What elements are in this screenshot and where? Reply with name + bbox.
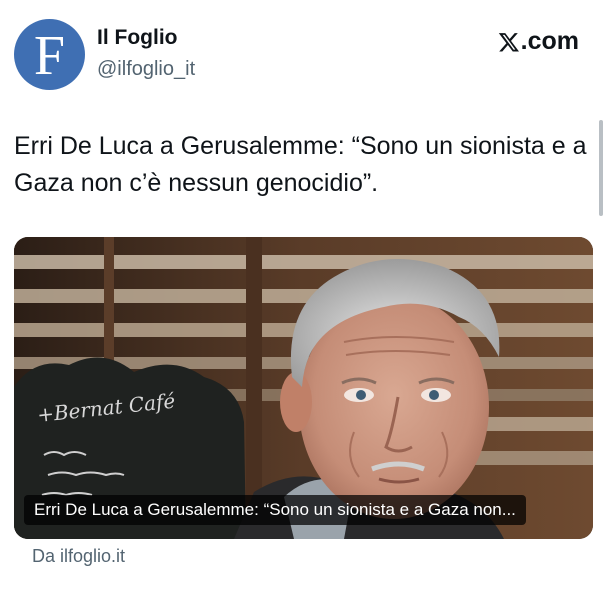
card-source-link[interactable]: Da ilfoglio.it [32,546,125,567]
card-title: Erri De Luca a Gerusalemme: “Sono un sio… [24,495,526,525]
avatar-logo-letter: F [33,24,66,87]
card-photo: +Bernat Café [14,237,593,539]
x-logo-icon [498,32,519,51]
avatar[interactable]: F [14,19,85,90]
x-com-brand[interactable]: .com [498,27,579,56]
tweet-text: Erri De Luca a Gerusalemme: “Sono un sio… [14,132,587,197]
author-name[interactable]: Il Foglio [97,26,177,50]
tweet: F Il Foglio @ilfoglio_it .com Erri De Lu… [0,0,607,600]
author-handle[interactable]: @ilfoglio_it [97,58,195,81]
x-com-label: .com [520,27,579,55]
link-card[interactable]: +Bernat Café Erri De Luca a Gerusalemme:… [14,237,593,539]
scrollbar[interactable] [599,120,603,216]
